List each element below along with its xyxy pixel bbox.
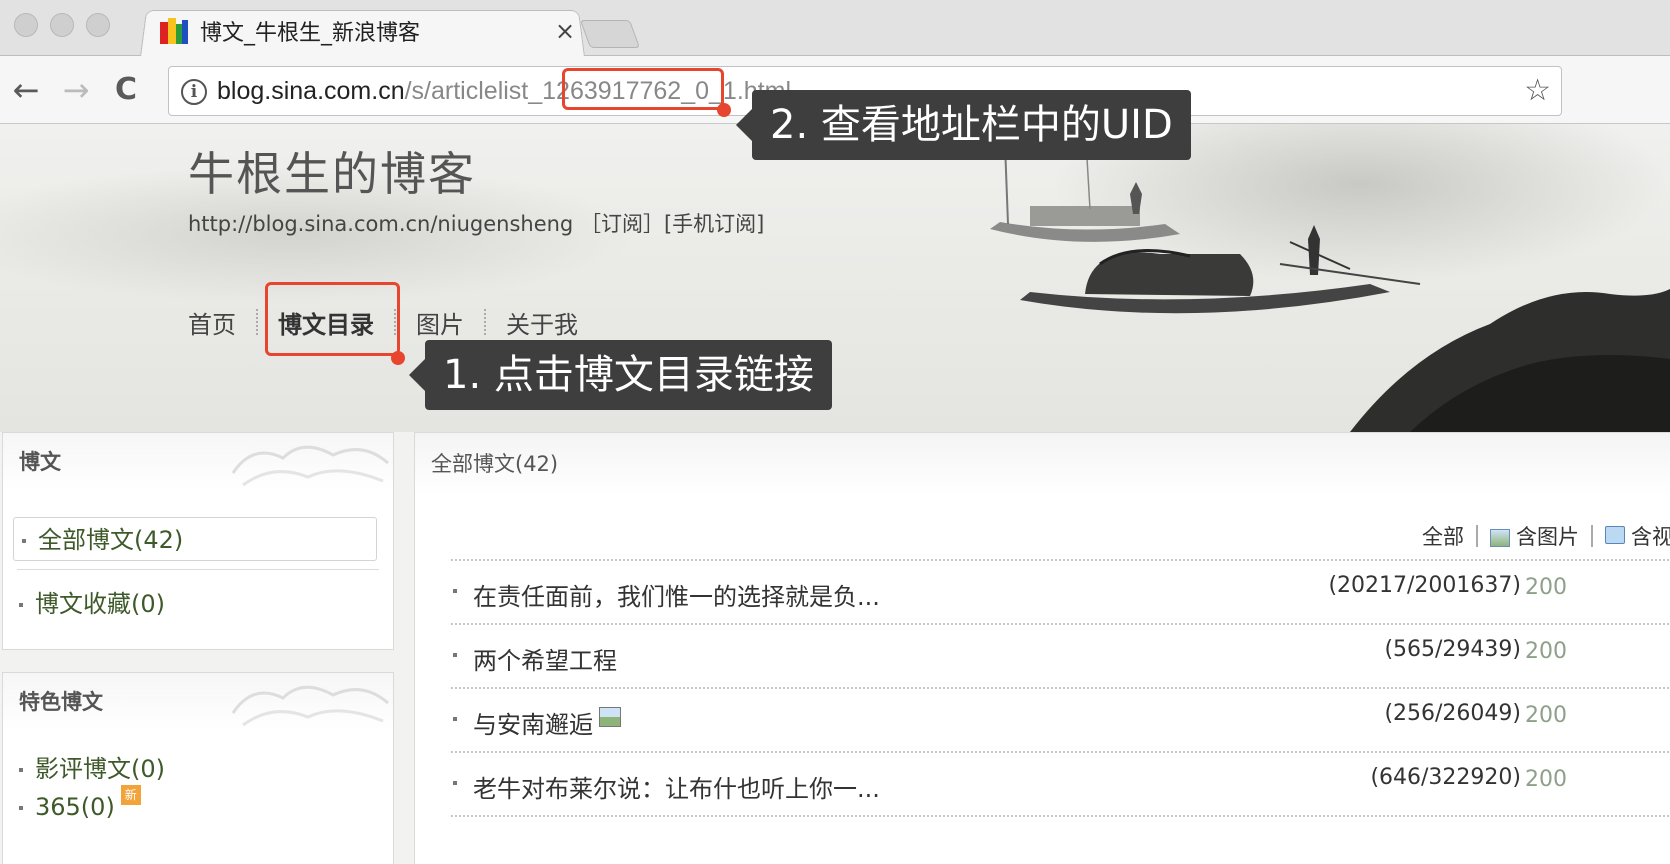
article-row: 在责任面前，我们惟一的选择就是负... (20217/2001637) 200	[451, 561, 1670, 625]
sidebar-link-all-articles[interactable]: 全部博文(42)	[13, 517, 377, 561]
bullet-icon	[453, 589, 457, 593]
sidebar-articles-box: 博文 全部博文(42) 博文收藏(0)	[2, 432, 394, 650]
article-date: 200	[1525, 767, 1567, 792]
article-counts: (20217/2001637)	[1328, 573, 1521, 598]
nav-about-me[interactable]: 关于我	[486, 305, 598, 340]
bullet-icon	[453, 781, 457, 785]
sidebar-featured-box: 特色博文 影评博文(0) 365(0) 新	[2, 672, 394, 864]
url-path-prefix: /s/articlelist_	[404, 77, 543, 105]
filter-separator	[1476, 525, 1478, 547]
article-title-link[interactable]: 在责任面前，我们惟一的选择就是负...	[473, 577, 880, 612]
article-date: 200	[1525, 703, 1567, 728]
article-row: 老牛对布莱尔说：让布什也听上你一... (646/322920) 200	[451, 753, 1670, 817]
sidebar-featured-heading-text: 特色博文	[19, 690, 103, 714]
article-list-highlight-box	[265, 282, 400, 356]
bullet-icon	[19, 768, 23, 772]
window-close-button[interactable]	[14, 13, 38, 37]
picture-icon	[1490, 529, 1510, 547]
site-info-icon[interactable]: i	[181, 79, 207, 105]
sidebar-link-365-label: 365(0)	[35, 793, 115, 821]
article-counts: (646/322920)	[1370, 765, 1521, 790]
article-date: 200	[1525, 639, 1567, 664]
back-arrow-icon[interactable]: ←	[6, 70, 46, 110]
step2-callout: 2. 查看地址栏中的UID	[736, 90, 1191, 160]
active-tab-content[interactable]: 博文_牛根生_新浪博客 ×	[160, 14, 580, 48]
filter-separator	[1591, 525, 1593, 547]
uid-highlight-box	[562, 68, 724, 110]
article-title-link[interactable]: 两个希望工程	[473, 641, 617, 676]
bullet-icon	[19, 603, 23, 607]
article-row: 与安南邂逅 (256/26049) 200	[451, 689, 1670, 753]
nav-photos[interactable]: 图片	[396, 305, 484, 340]
filter-with-images[interactable]: 含图片	[1490, 521, 1579, 551]
blog-title: 牛根生的博客	[188, 147, 476, 201]
article-row: 两个希望工程 (565/29439) 200	[451, 625, 1670, 689]
sidebar-link-favorites-label: 博文收藏(0)	[35, 590, 165, 618]
sidebar-link-all-articles-label: 全部博文(42)	[38, 526, 184, 554]
sidebar-divider	[17, 569, 379, 570]
mobile-subscribe-link[interactable]: [手机订阅]	[664, 212, 764, 236]
forward-arrow-icon[interactable]: →	[56, 70, 96, 110]
article-list-heading: 全部博文(42)	[415, 433, 1670, 495]
bullet-icon	[19, 806, 23, 810]
bookmark-star-icon[interactable]: ☆	[1524, 73, 1551, 108]
bullet-icon	[453, 717, 457, 721]
sidebar-link-film-reviews-label: 影评博文(0)	[35, 755, 165, 783]
cloud-swirl-decoration-icon	[231, 445, 389, 487]
cloud-swirl-decoration-icon	[231, 685, 389, 727]
filter-all[interactable]: 全部	[1422, 521, 1464, 551]
has-image-icon	[599, 707, 621, 727]
tab-close-icon[interactable]: ×	[550, 17, 580, 45]
blog-url-link[interactable]: http://blog.sina.com.cn/niugensheng	[188, 212, 573, 236]
sina-blog-favicon-icon	[160, 18, 188, 44]
sidebar-featured-heading: 特色博文	[3, 673, 393, 731]
blog-url-row: http://blog.sina.com.cn/niugensheng ［订阅］…	[188, 208, 764, 238]
article-list-highlight-dot	[391, 351, 405, 365]
nav-home[interactable]: 首页	[188, 305, 256, 340]
article-date: 200	[1525, 575, 1567, 600]
filter-with-video[interactable]: 含视	[1605, 521, 1670, 551]
sidebar-link-365[interactable]: 365(0) 新	[3, 785, 393, 829]
new-tab-button[interactable]	[579, 20, 641, 48]
step1-callout: 1. 点击博文目录链接	[409, 340, 832, 410]
browser-tab-strip: 博文_牛根生_新浪博客 ×	[0, 0, 1670, 57]
reload-icon[interactable]: C	[106, 70, 146, 110]
article-counts: (565/29439)	[1384, 637, 1521, 662]
article-title-link[interactable]: 老牛对布莱尔说：让布什也听上你一...	[473, 769, 880, 804]
blog-header-banner: 牛根生的博客 http://blog.sina.com.cn/niugenshe…	[0, 124, 1670, 432]
tv-icon	[1605, 526, 1625, 544]
filter-with-video-label: 含视	[1631, 525, 1670, 549]
sidebar-articles-heading-text: 博文	[19, 450, 61, 474]
article-title-link[interactable]: 与安南邂逅	[473, 705, 621, 740]
article-list: 在责任面前，我们惟一的选择就是负... (20217/2001637) 200 …	[451, 559, 1670, 817]
article-filter-row: 全部 含图片 含视	[1422, 521, 1670, 551]
sidebar-articles-heading: 博文	[3, 433, 393, 491]
filter-with-images-label: 含图片	[1516, 525, 1579, 549]
bullet-icon	[453, 653, 457, 657]
sidebar-link-favorites[interactable]: 博文收藏(0)	[3, 582, 393, 626]
uid-highlight-dot	[717, 103, 731, 117]
article-counts: (256/26049)	[1384, 701, 1521, 726]
window-minimize-button[interactable]	[50, 13, 74, 37]
subscribe-link[interactable]: ［订阅］	[580, 212, 664, 236]
bullet-icon	[22, 539, 26, 543]
window-zoom-button[interactable]	[86, 13, 110, 37]
url-host: blog.sina.com.cn	[217, 77, 405, 105]
new-badge-icon: 新	[120, 785, 141, 805]
ink-landscape-boats-illustration	[990, 124, 1670, 432]
tab-title: 博文_牛根生_新浪博客	[200, 21, 421, 46]
article-title-text: 与安南邂逅	[473, 711, 593, 739]
article-list-panel: 全部博文(42) 全部 含图片 含视 在责任面前，我们惟一的选择就是负... (…	[414, 432, 1670, 864]
